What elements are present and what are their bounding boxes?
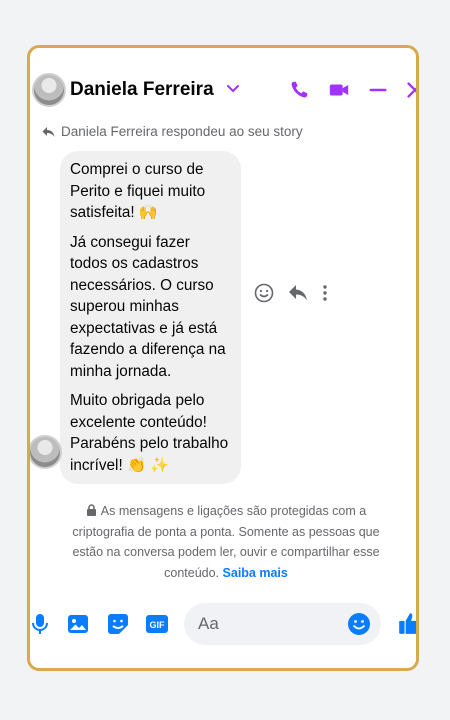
message-paragraph: Já consegui fazer todos os cadastros nec… (70, 233, 226, 380)
sticker-icon[interactable] (106, 612, 130, 636)
message-paragraph: Muito obrigada pelo excelente conteúdo! … (70, 392, 229, 474)
close-icon[interactable] (404, 79, 419, 101)
phone-icon[interactable] (288, 79, 310, 101)
sender-avatar[interactable] (30, 435, 62, 469)
photo-icon[interactable] (66, 612, 90, 636)
contact-avatar[interactable] (32, 73, 66, 107)
message-paragraph: Comprei o curso de Perito e fiquei muito… (70, 161, 206, 221)
microphone-icon[interactable] (28, 612, 52, 636)
message-actions (254, 283, 328, 303)
contact-name[interactable]: Daniela Ferreira (70, 79, 214, 101)
message-input-placeholder: Aa (198, 614, 219, 633)
react-smile-icon[interactable] (254, 283, 274, 303)
lock-icon (86, 504, 96, 516)
chat-window: Daniela Ferreira Daniela Ferreira respon… (27, 45, 419, 671)
story-reply-note: Daniela Ferreira respondeu ao seu story (42, 124, 303, 139)
video-icon[interactable] (328, 79, 350, 101)
minimize-icon[interactable] (367, 79, 389, 101)
emoji-icon[interactable] (347, 612, 371, 636)
chevron-down-icon[interactable] (226, 82, 240, 96)
reply-icon[interactable] (288, 284, 308, 302)
story-reply-text: Daniela Ferreira respondeu ao seu story (61, 124, 303, 139)
svg-text:GIF: GIF (150, 620, 166, 630)
reply-arrow-icon (42, 126, 55, 137)
composer-bar: GIF Aa (30, 599, 416, 649)
chat-header: Daniela Ferreira (30, 48, 416, 134)
message-bubble[interactable]: Comprei o curso de Perito e fiquei muito… (60, 151, 241, 484)
message-input[interactable]: Aa (184, 603, 381, 645)
learn-more-link[interactable]: Saiba mais (223, 566, 288, 580)
like-icon[interactable] (397, 610, 419, 636)
encryption-notice: As mensagens e ligações são protegidas c… (56, 501, 396, 583)
gif-icon[interactable]: GIF (145, 612, 169, 636)
more-options-icon[interactable] (322, 284, 328, 302)
